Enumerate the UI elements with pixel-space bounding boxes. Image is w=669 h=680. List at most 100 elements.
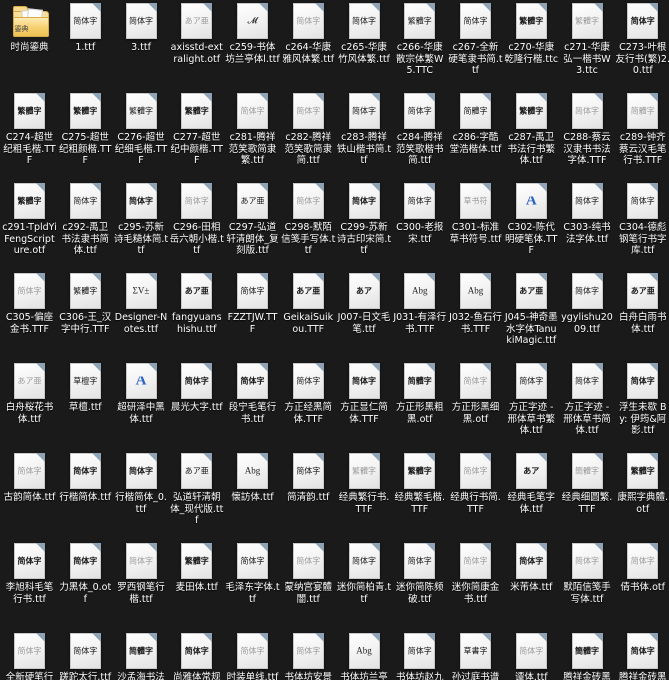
file-item[interactable]: 简体字 晨光大字.ttf: [169, 362, 224, 414]
file-item-icon[interactable]: あア: [514, 452, 548, 490]
file-item-icon[interactable]: 简体字: [236, 542, 270, 580]
file-item[interactable]: 繁體字 c271-华康弘一楷书W3.ttc: [560, 2, 615, 77]
file-item-icon[interactable]: 简体字: [68, 2, 102, 40]
file-item[interactable]: 繁體字 麦田体.ttf: [169, 542, 224, 594]
file-item[interactable]: 繁體字 c266-华康散宗体繁W5.TTC: [392, 2, 447, 77]
file-item[interactable]: あア亜 GeikaiSuikou.TTF: [281, 272, 336, 335]
file-item-icon[interactable]: Abg: [403, 272, 437, 310]
file-item-icon[interactable]: 简体字: [626, 2, 660, 40]
file-item-icon[interactable]: 繁體字: [514, 92, 548, 130]
file-item[interactable]: あア亜 fangyuanshishu.ttf: [169, 272, 224, 335]
file-item[interactable]: 简体字 C288-蔡云汉隶书书法字体.TTF: [560, 92, 615, 167]
file-item[interactable]: 草檀字 草檀.ttf: [58, 362, 113, 414]
file-item-icon[interactable]: 简体字: [347, 182, 381, 220]
file-item-icon[interactable]: 简体字: [68, 182, 102, 220]
file-item[interactable]: 简体字 罗西钢笔行楷.ttf: [114, 542, 169, 605]
file-item[interactable]: 简体字书体坊赵九江钢笔行书.ttf: [392, 632, 447, 680]
file-item[interactable]: Abg 书体坊兰亭体.ttf: [337, 632, 392, 680]
file-item[interactable]: 简体字 方正字迹 - 邢体草书繁体.ttf: [504, 362, 559, 437]
file-item[interactable]: 繁體字 C306-王_汉字中行.TTF: [58, 272, 113, 335]
file-item-icon[interactable]: 繁體字: [347, 452, 381, 490]
file-item-icon[interactable]: Abg: [347, 632, 381, 670]
file-item[interactable]: 简體字 c286-字酷堂浩楷体.ttf: [448, 92, 503, 155]
file-item-icon[interactable]: あア亜: [180, 2, 214, 40]
file-item[interactable]: 繁體字 c270-华康乾隆行楷.ttc: [504, 2, 559, 65]
file-item-icon[interactable]: 繁體字: [403, 2, 437, 40]
file-item-icon[interactable]: 简体字: [13, 542, 47, 580]
file-item-icon[interactable]: 简体字: [459, 452, 493, 490]
file-item-icon[interactable]: 繁體字: [626, 452, 660, 490]
file-item-icon[interactable]: 简体字: [291, 2, 325, 40]
file-item-icon[interactable]: 简体字: [236, 272, 270, 310]
file-item[interactable]: 繁體字 C276-超世纪细毛楷.TTF: [114, 92, 169, 167]
file-item[interactable]: 简体字 米芾体.ttf: [504, 542, 559, 594]
file-item[interactable]: 简体字 力黑体_0.otf: [58, 542, 113, 605]
file-item-icon[interactable]: 简体字: [124, 542, 158, 580]
file-item-icon[interactable]: 简体字: [459, 542, 493, 580]
file-item[interactable]: A 超研泽中黑体.ttf: [114, 362, 169, 425]
file-item[interactable]: 简体字 浮生未歇 By: 伊筠&阿影.ttf: [615, 362, 669, 437]
file-item-icon[interactable]: 简体字: [124, 2, 158, 40]
file-item-icon[interactable]: 简体字: [236, 92, 270, 130]
file-item-icon[interactable]: A: [124, 362, 158, 400]
file-item-icon[interactable]: 繁體字: [13, 92, 47, 130]
file-item[interactable]: 简体字 c295-苏新诗毛糙体简.ttf: [114, 182, 169, 257]
file-item-icon[interactable]: 简体字: [403, 92, 437, 130]
file-item-icon[interactable]: 简体字: [570, 92, 604, 130]
file-item-icon[interactable]: 简体字: [403, 182, 437, 220]
file-item-icon[interactable]: A: [514, 182, 548, 220]
file-item[interactable]: 简體字沙孟海书法字体.ttf: [114, 632, 169, 680]
file-item-icon[interactable]: 简体字: [626, 182, 660, 220]
file-item[interactable]: 简体字 c281-腾祥范笑歌简隶繁.ttf: [225, 92, 280, 167]
file-item-icon[interactable]: あア亜: [236, 182, 270, 220]
file-item-icon[interactable]: 简体字: [291, 632, 325, 670]
file-item-icon[interactable]: 简体字: [291, 92, 325, 130]
file-item[interactable]: あア J007-日文毛笔.ttf: [337, 272, 392, 335]
file-item-icon[interactable]: 简体字: [570, 362, 604, 400]
file-grid[interactable]: 鎏典 时尚鎏典 简体字 1.ttf 简体字 3.ttf あア亜 axisstd-extrali…: [0, 0, 669, 680]
file-item[interactable]: 简体字 蹉跎太行.ttf: [58, 632, 113, 680]
file-item[interactable]: 简体字 C300-老报宋.ttf: [392, 182, 447, 245]
file-item-icon[interactable]: 繁體字: [68, 92, 102, 130]
file-item[interactable]: 简体字 蒙纳宫宴體闇.ttf: [281, 542, 336, 605]
file-item-icon[interactable]: 简体字: [403, 632, 437, 670]
file-item[interactable]: 简体字 C298-默陌信笺手写体.ttf: [281, 182, 336, 257]
file-item[interactable]: 简体字 ygylishu2009.ttf: [560, 272, 615, 335]
file-item[interactable]: 简體字 方正形黑粗黑.otf: [392, 362, 447, 425]
file-item-icon[interactable]: 简体字: [68, 632, 102, 670]
file-item-icon[interactable]: 繁體字: [403, 452, 437, 490]
file-item[interactable]: あア亜 J045-神奇墨水字体TanukiMagic.ttf: [504, 272, 559, 347]
file-item[interactable]: 繁體字 经典繁毛楷.TTF: [392, 452, 447, 515]
file-item[interactable]: 简体字 经典行书简.TTF: [448, 452, 503, 515]
file-item[interactable]: 簡體字 经典细圆繁.TTF: [560, 452, 615, 515]
file-item-icon[interactable]: 简體字: [626, 92, 660, 130]
file-item-icon[interactable]: 简体字: [514, 362, 548, 400]
file-item-icon[interactable]: 简体字: [347, 362, 381, 400]
file-item[interactable]: 简体字腾祥金砖黑简.ttf: [615, 632, 669, 680]
file-item-icon[interactable]: あア亜: [514, 272, 548, 310]
file-item-icon[interactable]: 草檀字: [68, 362, 102, 400]
file-item-icon[interactable]: 简体字: [291, 452, 325, 490]
file-item-icon[interactable]: 繁體字: [570, 2, 604, 40]
file-item-icon[interactable]: 简体字: [180, 182, 214, 220]
file-item-icon[interactable]: あア亜: [291, 272, 325, 310]
file-item[interactable]: 简体字 C273-叶根友行书(繁)2.0.ttf: [615, 2, 669, 77]
file-item[interactable]: あア 经典毛笔字体.ttf: [504, 452, 559, 515]
file-item-icon[interactable]: 鎏典: [12, 2, 49, 40]
file-item[interactable]: 草書字孙过庭书谱体.ttf: [448, 632, 503, 680]
file-item-icon[interactable]: 简体字: [180, 632, 214, 670]
file-item-icon[interactable]: 简体字: [180, 362, 214, 400]
file-item[interactable]: 简体字 倩书体.otf: [615, 542, 669, 594]
file-item[interactable]: 简体字 c282-腾祥范笑歌简隶简.ttf: [281, 92, 336, 167]
file-item[interactable]: 简体字 c264-华康雅风体繁.ttf: [281, 2, 336, 65]
file-item[interactable]: 简体字 行楷简体_0.ttf: [114, 452, 169, 515]
file-item-icon[interactable]: 简体字: [459, 2, 493, 40]
file-item[interactable]: 简体字 1.ttf: [58, 2, 113, 54]
file-item[interactable]: 简体字 毛泽东字体.ttf: [225, 542, 280, 605]
file-item[interactable]: 简体字 谭体.ttf: [504, 632, 559, 680]
file-item[interactable]: 简体字 C296-田相岳六朝小楷.ttf: [169, 182, 224, 257]
file-item[interactable]: 简体字 行楷简体.ttf: [58, 452, 113, 504]
file-item-icon[interactable]: 简体字: [291, 542, 325, 580]
file-item-icon[interactable]: 简体字: [514, 542, 548, 580]
file-item-icon[interactable]: 简体字: [124, 452, 158, 490]
